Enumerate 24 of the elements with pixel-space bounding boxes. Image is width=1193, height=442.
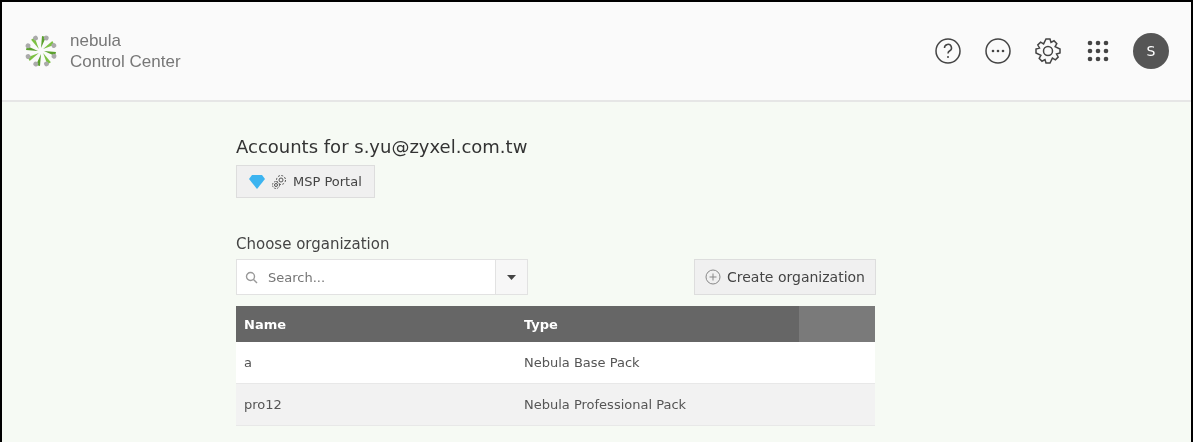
search-field[interactable]: Search... [266,268,470,286]
column-header[interactable]: Type [516,306,799,342]
search-box[interactable]: Search... [236,259,528,295]
diamond-icon [249,174,265,189]
gear-icon [271,173,287,190]
table-cell: Nebula Professional Pack [516,383,799,426]
brand-subtitle: Control Center [70,51,181,72]
brand-name: nebula [70,30,123,51]
help-icon[interactable] [933,36,963,66]
table-cell: Nebula Base Pack [516,342,799,384]
logo-icon [24,34,58,68]
search-icon [245,270,258,284]
choose-organization-label: Choose organization [236,235,391,253]
settings-icon[interactable] [1033,36,1063,66]
table-cell: pro12 [236,383,516,426]
caret-icon[interactable] [507,274,516,280]
table-cell: a [236,342,516,384]
create-organization-button[interactable]: Create organization [693,259,876,295]
more-icon[interactable] [983,36,1013,66]
column-header[interactable]: Name [236,306,516,342]
msp-portal-button[interactable]: MSP Portal [236,165,375,198]
plus-circle-icon [704,269,721,285]
avatar[interactable]: S [1133,33,1169,69]
accounts-title: Accounts for s.yu@zyxel.com.tw [236,136,529,157]
